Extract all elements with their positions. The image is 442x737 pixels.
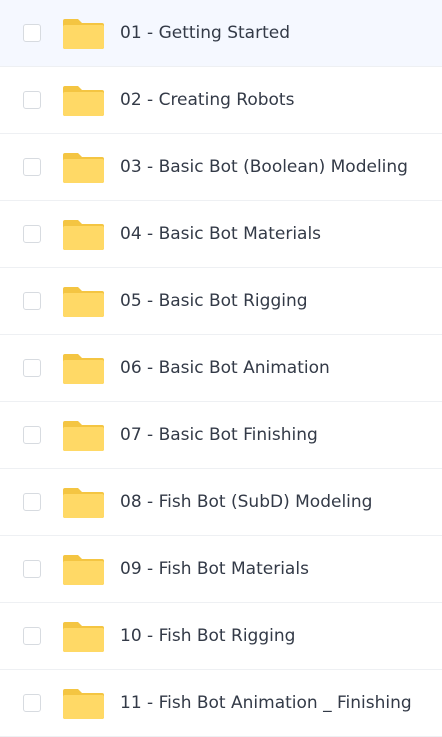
folder-icon <box>63 153 104 183</box>
folder-name[interactable]: 10 - Fish Bot Rigging <box>120 626 295 646</box>
folder-name[interactable]: 09 - Fish Bot Materials <box>120 559 309 579</box>
row-checkbox[interactable] <box>23 158 41 176</box>
file-list: 01 - Getting Started 02 - Creating Robot… <box>0 0 442 737</box>
list-item[interactable]: 05 - Basic Bot Rigging <box>0 268 442 335</box>
list-item[interactable]: 09 - Fish Bot Materials <box>0 536 442 603</box>
folder-name[interactable]: 04 - Basic Bot Materials <box>120 224 321 244</box>
list-item[interactable]: 01 - Getting Started <box>0 0 442 67</box>
folder-icon <box>63 19 104 49</box>
list-item[interactable]: 02 - Creating Robots <box>0 67 442 134</box>
folder-name[interactable]: 05 - Basic Bot Rigging <box>120 291 308 311</box>
folder-name[interactable]: 08 - Fish Bot (SubD) Modeling <box>120 492 372 512</box>
folder-name[interactable]: 11 - Fish Bot Animation _ Finishing <box>120 693 412 713</box>
row-checkbox[interactable] <box>23 292 41 310</box>
row-checkbox[interactable] <box>23 627 41 645</box>
folder-name[interactable]: 02 - Creating Robots <box>120 90 294 110</box>
folder-name[interactable]: 01 - Getting Started <box>120 23 290 43</box>
folder-icon <box>63 421 104 451</box>
row-checkbox[interactable] <box>23 560 41 578</box>
folder-icon <box>63 555 104 585</box>
row-checkbox[interactable] <box>23 359 41 377</box>
list-item[interactable]: 04 - Basic Bot Materials <box>0 201 442 268</box>
folder-icon <box>63 689 104 719</box>
list-item[interactable]: 06 - Basic Bot Animation <box>0 335 442 402</box>
list-item[interactable]: 08 - Fish Bot (SubD) Modeling <box>0 469 442 536</box>
row-checkbox[interactable] <box>23 225 41 243</box>
folder-icon <box>63 86 104 116</box>
folder-icon <box>63 220 104 250</box>
folder-name[interactable]: 06 - Basic Bot Animation <box>120 358 330 378</box>
list-item[interactable]: 10 - Fish Bot Rigging <box>0 603 442 670</box>
row-checkbox[interactable] <box>23 426 41 444</box>
folder-name[interactable]: 03 - Basic Bot (Boolean) Modeling <box>120 157 408 177</box>
list-item[interactable]: 03 - Basic Bot (Boolean) Modeling <box>0 134 442 201</box>
row-checkbox[interactable] <box>23 24 41 42</box>
folder-name[interactable]: 07 - Basic Bot Finishing <box>120 425 318 445</box>
folder-icon <box>63 354 104 384</box>
row-checkbox[interactable] <box>23 493 41 511</box>
folder-icon <box>63 287 104 317</box>
row-checkbox[interactable] <box>23 694 41 712</box>
folder-icon <box>63 488 104 518</box>
list-item[interactable]: 07 - Basic Bot Finishing <box>0 402 442 469</box>
folder-icon <box>63 622 104 652</box>
row-checkbox[interactable] <box>23 91 41 109</box>
list-item[interactable]: 11 - Fish Bot Animation _ Finishing <box>0 670 442 737</box>
